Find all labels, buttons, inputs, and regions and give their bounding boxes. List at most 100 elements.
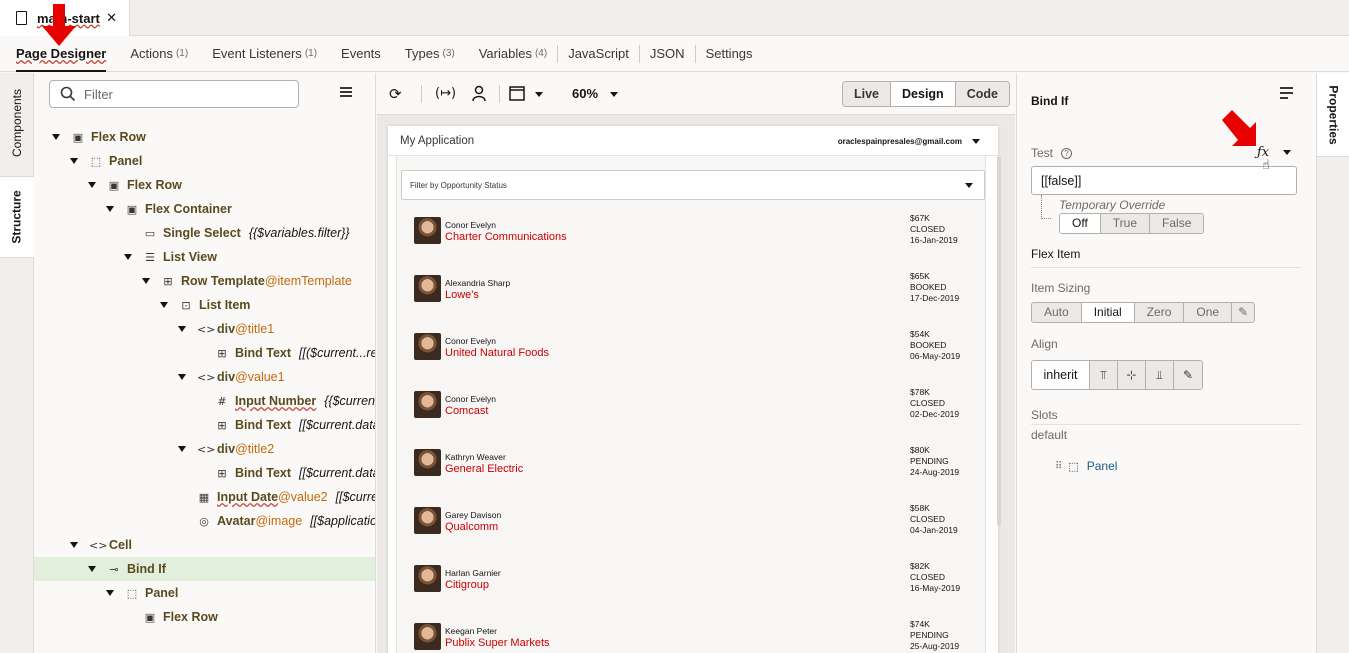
tab-actions[interactable]: Actions (1) bbox=[130, 36, 188, 72]
tab-settings[interactable]: Settings bbox=[706, 36, 753, 72]
tab-json[interactable]: JSON bbox=[650, 36, 685, 72]
structure-filter-input[interactable] bbox=[84, 86, 284, 102]
override-true-button[interactable]: True bbox=[1100, 214, 1151, 233]
zoom-level[interactable]: 60% bbox=[572, 86, 598, 101]
tab-event-listeners[interactable]: Event Listeners (1) bbox=[212, 36, 317, 72]
list-item[interactable]: Garey Davison Qualcomm $58K CLOSED 04-Jan-20… bbox=[405, 498, 981, 548]
tree-row[interactable]: ▣ Flex Row bbox=[34, 605, 375, 629]
tree-row[interactable]: ⊸ Bind If bbox=[34, 557, 375, 581]
mode-code-button[interactable]: Code bbox=[955, 82, 1009, 106]
opportunity-status-select[interactable]: Filter by Opportunity Status bbox=[401, 170, 985, 200]
caret-down-icon[interactable] bbox=[178, 446, 186, 452]
override-off-button[interactable]: Off bbox=[1060, 214, 1101, 233]
tree-row[interactable]: ▦ Input Date @value2 [[$curre bbox=[34, 485, 375, 509]
sizing-zero-button[interactable]: Zero bbox=[1134, 303, 1185, 322]
list-item[interactable]: Conor Evelyn Comcast $78K CLOSED 02-Dec-2019 bbox=[405, 382, 981, 432]
rail-tab-properties[interactable]: Properties bbox=[1317, 73, 1349, 157]
variable-binding-icon[interactable]: (↦) bbox=[435, 86, 456, 101]
tab-events[interactable]: Events bbox=[341, 36, 381, 72]
mode-live-button[interactable]: Live bbox=[843, 82, 892, 106]
help-icon[interactable]: ? bbox=[1061, 148, 1073, 159]
tree-row[interactable]: ◎ Avatar @image [[$applicatio bbox=[34, 509, 375, 533]
preview-scrollbar[interactable] bbox=[997, 156, 1001, 526]
tab-types[interactable]: Types (3) bbox=[405, 36, 455, 72]
test-expression-input[interactable] bbox=[1031, 166, 1297, 195]
tree-row[interactable]: # Input Number {{$current bbox=[34, 389, 375, 413]
close-icon[interactable]: ✕ bbox=[106, 10, 117, 26]
list-item[interactable]: Conor Evelyn United Natural Foods $54K BOOK… bbox=[405, 324, 981, 374]
list-item[interactable]: Kathryn Weaver General Electric $80K PENDIN… bbox=[405, 440, 981, 490]
tree-row[interactable]: <> div @value1 bbox=[34, 365, 375, 389]
list-item-status: BOOKED bbox=[910, 340, 947, 350]
rail-tab-structure[interactable]: Structure bbox=[0, 176, 34, 258]
pencil-icon[interactable]: ✎ bbox=[1232, 303, 1255, 322]
list-item[interactable]: Conor Evelyn Charter Communications $67K CL… bbox=[405, 208, 981, 258]
zoom-chevron-down-icon[interactable] bbox=[610, 92, 618, 97]
caret-down-icon[interactable] bbox=[160, 302, 168, 308]
list-item-values: $65K BOOKED 17-Dec-2019 bbox=[910, 271, 959, 304]
tree-row[interactable]: ⬚ Panel bbox=[34, 149, 375, 173]
tree-row[interactable]: ▣ Flex Container bbox=[34, 197, 375, 221]
user-chevron-down-icon[interactable] bbox=[972, 139, 980, 144]
override-false-button[interactable]: False bbox=[1150, 214, 1204, 233]
slot-panel-link[interactable]: Panel bbox=[1087, 459, 1118, 473]
device-frame-icon[interactable] bbox=[509, 86, 525, 101]
sizing-one-button[interactable]: One bbox=[1184, 303, 1233, 322]
tree-row[interactable]: <> div @title1 bbox=[34, 317, 375, 341]
caret-down-icon[interactable] bbox=[106, 590, 114, 596]
sizing-auto-button[interactable]: Auto bbox=[1032, 303, 1082, 322]
tree-row[interactable]: <> div @title2 bbox=[34, 437, 375, 461]
tree-row[interactable]: <> Cell bbox=[34, 533, 375, 557]
caret-down-icon[interactable] bbox=[124, 254, 132, 260]
align-bottom-icon[interactable]: ⫫ bbox=[1146, 361, 1174, 389]
flex-item-heading: Flex Item bbox=[1031, 247, 1081, 261]
caret-down-icon[interactable] bbox=[70, 158, 78, 164]
toolbar-divider bbox=[421, 85, 422, 103]
tree-row[interactable]: ⊞ Bind Text [[$current.data bbox=[34, 413, 375, 437]
list-item[interactable]: Alexandria Sharp Lowe's $65K BOOKED 17-Dec-2… bbox=[405, 266, 981, 316]
caret-down-icon[interactable] bbox=[178, 326, 186, 332]
align-inherit-button[interactable]: inherit bbox=[1032, 361, 1090, 389]
caret-down-icon[interactable] bbox=[178, 374, 186, 380]
slot-panel-item[interactable]: ⠿ ⬚ Panel bbox=[1055, 459, 1117, 473]
list-item[interactable]: Keegan Peter Publix Super Markets $74K PEND… bbox=[405, 614, 981, 653]
fx-chevron-down-icon[interactable] bbox=[1283, 150, 1291, 155]
item-sizing-toggle: Auto Initial Zero One ✎ bbox=[1031, 302, 1256, 323]
tree-row[interactable]: ⬚ Panel bbox=[34, 581, 375, 605]
annotation-arrow-icon bbox=[1222, 110, 1256, 146]
caret-down-icon[interactable] bbox=[106, 206, 114, 212]
tree-row[interactable]: ⊞ Bind Text [[($current...rep bbox=[34, 341, 375, 365]
tree-row[interactable]: ⊞ Row Template @itemTemplate bbox=[34, 269, 375, 293]
caret-down-icon[interactable] bbox=[142, 278, 150, 284]
tree-row-label: List Item bbox=[199, 298, 251, 312]
caret-down-icon[interactable] bbox=[88, 566, 96, 572]
caret-down-icon[interactable] bbox=[52, 134, 60, 140]
sizing-initial-button[interactable]: Initial bbox=[1081, 303, 1135, 322]
component-icon: ⊞ bbox=[217, 346, 227, 360]
refresh-icon[interactable]: ⟳ bbox=[389, 85, 402, 103]
caret-down-icon[interactable] bbox=[70, 542, 78, 548]
pencil-icon[interactable]: ✎ bbox=[1174, 361, 1202, 389]
tree-row[interactable]: ▣ Flex Row bbox=[34, 125, 375, 149]
tab-variables[interactable]: Variables (4) bbox=[479, 36, 547, 72]
device-frame-chevron-down-icon[interactable] bbox=[535, 92, 543, 97]
structure-menu-icon[interactable] bbox=[340, 87, 352, 97]
caret-down-icon[interactable] bbox=[88, 182, 96, 188]
list-item[interactable]: Harlan Garnier Citigroup $82K CLOSED 16-May-… bbox=[405, 556, 981, 606]
tree-row[interactable]: ▭ Single Select {{$variables.filter}} bbox=[34, 221, 375, 245]
mode-design-button[interactable]: Design bbox=[891, 82, 956, 106]
list-item-person: Alexandria Sharp bbox=[445, 278, 511, 288]
tab-javascript[interactable]: JavaScript bbox=[568, 36, 629, 72]
properties-title: Bind If bbox=[1031, 94, 1069, 108]
drag-handle-icon[interactable]: ⠿ bbox=[1055, 461, 1062, 472]
rail-tab-components[interactable]: Components bbox=[0, 73, 34, 173]
align-top-icon[interactable]: ⫪ bbox=[1090, 361, 1118, 389]
user-icon[interactable] bbox=[471, 85, 487, 102]
align-center-icon[interactable]: ⊹ bbox=[1118, 361, 1146, 389]
tree-row[interactable]: ☰ List View bbox=[34, 245, 375, 269]
user-menu[interactable]: oraclespainpresales@gmail.com bbox=[838, 137, 962, 146]
tree-row[interactable]: ⊞ Bind Text [[$current.data bbox=[34, 461, 375, 485]
tree-row[interactable]: ⊡ List Item bbox=[34, 293, 375, 317]
properties-menu-icon[interactable] bbox=[1280, 87, 1293, 102]
tree-row[interactable]: ▣ Flex Row bbox=[34, 173, 375, 197]
